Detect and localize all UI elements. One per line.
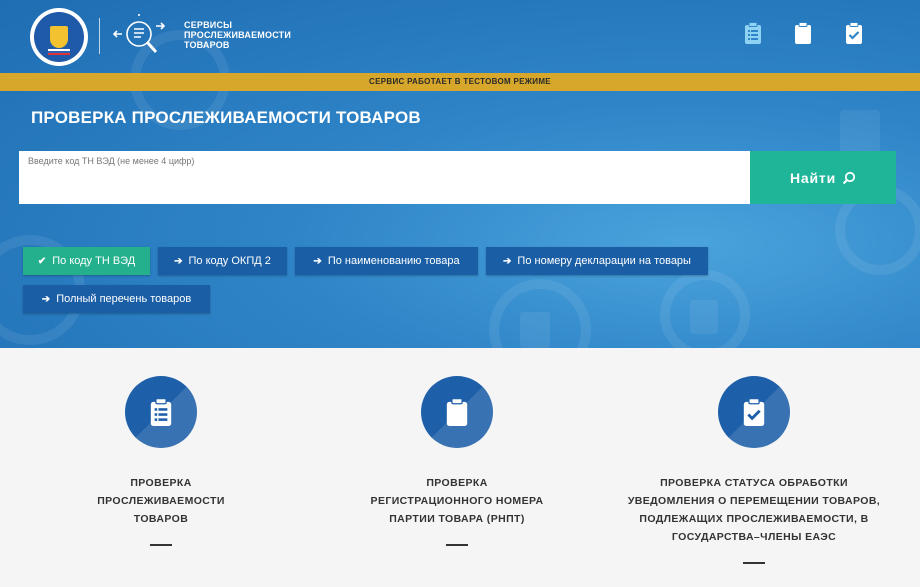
- filter-full-list-label: Полный перечень товаров: [56, 293, 192, 305]
- filter-okpd2-label: По коду ОКПД 2: [188, 255, 271, 267]
- card-title-line: ТОВАРОВ: [133, 513, 189, 525]
- card-icon-circle[interactable]: [125, 376, 197, 448]
- fns-emblem-logo[interactable]: [30, 8, 88, 66]
- service-card-rnpt[interactable]: ПРОВЕРКА РЕГИСТРАЦИОННОГО НОМЕРА ПАРТИИ …: [307, 376, 607, 546]
- card-title: ПРОВЕРКА СТАТУСА ОБРАБОТКИ УВЕДОМЛЕНИЯ О…: [604, 474, 904, 546]
- card-title-line: ГОСУДАРСТВА–ЧЛЕНЫ ЕАЭС: [671, 531, 837, 543]
- arrow-right-icon: ➔: [503, 255, 512, 267]
- card-title-line: ПАРТИИ ТОВАРА (РНПТ): [389, 513, 525, 525]
- card-divider: [446, 544, 468, 546]
- arrow-right-icon: ➔: [174, 255, 183, 267]
- search-input[interactable]: [27, 169, 743, 201]
- card-icon-circle[interactable]: [718, 376, 790, 448]
- hero-section: СЕРВИСЫ ПРОСЛЕЖИВАЕМОСТИ ТОВАРОВ СЕРВИС …: [0, 0, 920, 348]
- header-divider: [99, 18, 100, 54]
- clipboard-icon[interactable]: [794, 22, 812, 44]
- card-icon-circle[interactable]: [421, 376, 493, 448]
- clipboard-check-icon: [743, 398, 765, 426]
- card-title: ПРОВЕРКА РЕГИСТРАЦИОННОГО НОМЕРА ПАРТИИ …: [307, 474, 607, 528]
- filter-declaration-button[interactable]: ➔ По номеру декларации на товары: [486, 247, 708, 275]
- arrow-right-icon: ➔: [313, 255, 322, 267]
- filter-full-list-button[interactable]: ➔ Полный перечень товаров: [23, 285, 210, 313]
- search-icon: [842, 171, 856, 184]
- card-title-line: ПРОВЕРКА: [426, 477, 488, 489]
- card-divider: [743, 562, 765, 564]
- filter-declaration-label: По номеру декларации на товары: [517, 255, 691, 267]
- page-title: ПРОВЕРКА ПРОСЛЕЖИВАЕМОСТИ ТОВАРОВ: [31, 108, 421, 127]
- clipboard-list-icon: [150, 398, 172, 426]
- service-title-line-3: ТОВАРОВ: [184, 40, 230, 50]
- card-title: ПРОВЕРКА ПРОСЛЕЖИВАЕМОСТИ ТОВАРОВ: [11, 474, 311, 528]
- site-header: СЕРВИСЫ ПРОСЛЕЖИВАЕМОСТИ ТОВАРОВ: [0, 0, 920, 72]
- service-title: СЕРВИСЫ ПРОСЛЕЖИВАЕМОСТИ ТОВАРОВ: [184, 20, 294, 50]
- filter-tnved-button[interactable]: ✔ По коду ТН ВЭД: [23, 247, 150, 275]
- check-icon: ✔: [37, 255, 47, 267]
- arrow-right-icon: ➔: [41, 293, 51, 305]
- test-mode-banner: СЕРВИС РАБОТАЕТ В ТЕСТОВОМ РЕЖИМЕ: [0, 73, 920, 91]
- search-input-label: Введите код ТН ВЭД (не менее 4 цифр): [28, 156, 195, 166]
- filter-name-button[interactable]: ➔ По наименованию товара: [295, 247, 478, 275]
- service-title-line-2: ПРОСЛЕЖИВАЕМОСТИ: [184, 30, 292, 40]
- card-title-line: РЕГИСТРАЦИОННОГО НОМЕРА: [370, 495, 544, 507]
- traceability-logo-icon[interactable]: [112, 14, 166, 60]
- service-card-traceability[interactable]: ПРОВЕРКА ПРОСЛЕЖИВАЕМОСТИ ТОВАРОВ: [11, 376, 311, 546]
- card-divider: [150, 544, 172, 546]
- find-button[interactable]: Найти: [750, 151, 896, 204]
- card-title-line: ПОДЛЕЖАЩИХ ПРОСЛЕЖИВАЕМОСТИ, В: [639, 513, 869, 525]
- clipboard-check-icon[interactable]: [845, 22, 863, 44]
- clipboard-icon: [446, 398, 468, 426]
- filter-okpd2-button[interactable]: ➔ По коду ОКПД 2: [158, 247, 287, 275]
- filter-name-label: По наименованию товара: [327, 255, 460, 267]
- find-button-label: Найти: [790, 169, 836, 186]
- filter-tnved-label: По коду ТН ВЭД: [52, 255, 136, 267]
- search-box: Введите код ТН ВЭД (не менее 4 цифр): [19, 151, 750, 204]
- card-title-line: ПРОСЛЕЖИВАЕМОСТИ: [97, 495, 225, 507]
- service-title-line-1: СЕРВИСЫ: [184, 20, 233, 30]
- card-title-line: ПРОВЕРКА СТАТУСА ОБРАБОТКИ: [660, 477, 848, 489]
- card-title-line: УВЕДОМЛЕНИЯ О ПЕРЕМЕЩЕНИИ ТОВАРОВ,: [627, 495, 881, 507]
- clipboard-list-icon[interactable]: [744, 22, 762, 44]
- service-card-notification-status[interactable]: ПРОВЕРКА СТАТУСА ОБРАБОТКИ УВЕДОМЛЕНИЯ О…: [604, 376, 904, 564]
- card-title-line: ПРОВЕРКА: [130, 477, 192, 489]
